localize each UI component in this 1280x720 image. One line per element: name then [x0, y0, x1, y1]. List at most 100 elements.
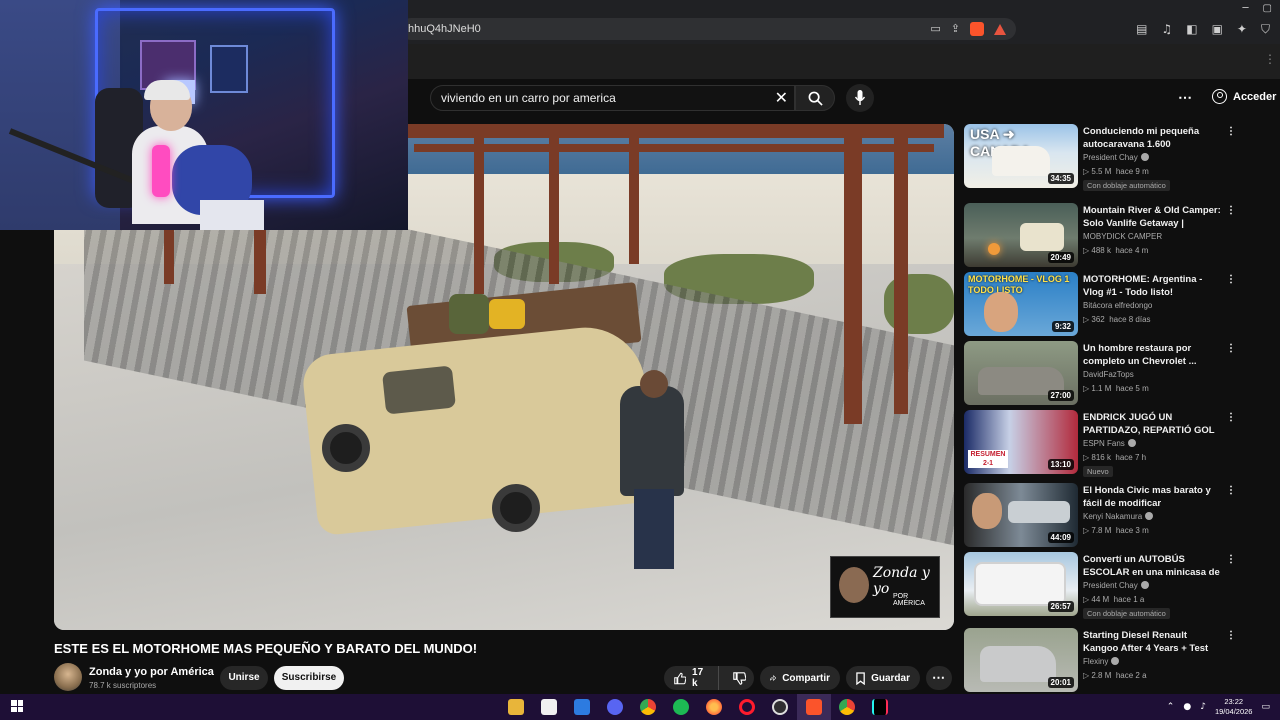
- ai-icon[interactable]: ✦: [1237, 22, 1247, 36]
- recommendation-item[interactable]: 20:01 Starting Diesel Renault Kangoo Aft…: [964, 628, 1244, 694]
- url-field[interactable]: hhuQ4hJNeH0 ▭ ⇪: [400, 18, 1016, 40]
- tray-chevron-icon[interactable]: ⌃: [1167, 702, 1175, 712]
- recommendation-item[interactable]: 44:09 El Honda Civic mas barato y fácil …: [964, 483, 1244, 549]
- search-input[interactable]: viviendo en un carro por america ✕: [430, 85, 795, 111]
- recommendation-thumbnail[interactable]: 20:01: [964, 628, 1078, 692]
- join-button[interactable]: Unirse: [220, 666, 268, 690]
- recommendation-title[interactable]: El Honda Civic mas barato y fácil de mod…: [1083, 484, 1223, 510]
- upload-age: hace 2 a: [1115, 671, 1147, 680]
- spotify-icon[interactable]: [673, 699, 689, 715]
- video-frame-person-head: [640, 370, 668, 398]
- clock[interactable]: 23:22 19/04/2026: [1215, 697, 1253, 717]
- upload-age: hace 8 días: [1109, 315, 1151, 324]
- recommendation-item[interactable]: USA ➜ CANADA 34:35 Conduciendo mi pequeñ…: [964, 124, 1244, 191]
- webcam-overlay: [0, 0, 408, 230]
- item-menu-icon[interactable]: ⋮: [1226, 343, 1237, 354]
- recommendation-thumbnail[interactable]: 27:00: [964, 341, 1078, 405]
- recommendation-title[interactable]: Starting Diesel Renault Kangoo After 4 Y…: [1083, 629, 1223, 655]
- music-icon[interactable]: ♫: [1161, 22, 1172, 36]
- recommendation-item[interactable]: 26:57 Convertí un AUTOBÚS ESCOLAR en una…: [964, 552, 1244, 619]
- recommendation-title[interactable]: Mountain River & Old Camper: Solo Vanlif…: [1083, 204, 1223, 230]
- recommendation-title[interactable]: Conduciendo mi pequeña autocaravana 1.60…: [1083, 125, 1223, 151]
- channel-label: Flexiny: [1083, 657, 1109, 666]
- item-menu-icon[interactable]: ⋮: [1226, 412, 1237, 423]
- share-page-icon[interactable]: ⇪: [951, 18, 960, 40]
- browser-menu-icon[interactable]: ⋮: [1264, 52, 1276, 66]
- share-button[interactable]: Compartir: [760, 666, 840, 690]
- dislike-button[interactable]: [725, 666, 754, 690]
- discord-icon[interactable]: [607, 699, 623, 715]
- more-actions-button[interactable]: ⋯: [926, 666, 952, 690]
- thumbnail-campfire: [988, 243, 1000, 255]
- recommendation-thumbnail[interactable]: MOTORHOME - VLOG 1 TODO LISTO 9:32: [964, 272, 1078, 336]
- channel-watermark[interactable]: Zonda y yo POR AMÉRICA: [830, 556, 940, 618]
- like-button[interactable]: 17 k: [664, 666, 719, 690]
- maximize-icon[interactable]: ▢: [1263, 3, 1272, 14]
- store-icon[interactable]: [541, 699, 557, 715]
- auto-dub-badge: Con doblaje automático: [1083, 180, 1170, 191]
- recommendation-item[interactable]: RESUMEN 2-1 13:10 ENDRICK JUGÓ UN PARTID…: [964, 410, 1244, 477]
- recommendation-thumbnail[interactable]: RESUMEN 2-1 13:10: [964, 410, 1078, 474]
- sidebar-icon[interactable]: ◧: [1186, 22, 1197, 36]
- watermark-line2: POR AMÉRICA: [893, 593, 925, 607]
- firefox-icon[interactable]: [706, 699, 722, 715]
- chrome-alt-icon[interactable]: [839, 699, 855, 715]
- recommendation-title[interactable]: ENDRICK JUGÓ UN PARTIDAZO, REPARTIÓ GOL …: [1083, 411, 1223, 437]
- reader-mode-icon[interactable]: ▤: [1136, 22, 1147, 36]
- windows-start-icon[interactable]: [11, 700, 23, 712]
- video-frame-bag: [449, 294, 489, 334]
- recommendation-item[interactable]: 20:49 Mountain River & Old Camper: Solo …: [964, 203, 1244, 269]
- cast-icon[interactable]: ▭: [930, 18, 940, 40]
- upload-age: hace 7 h: [1115, 453, 1147, 462]
- file-explorer-icon[interactable]: [508, 699, 524, 715]
- signin-button[interactable]: Acceder: [1212, 89, 1276, 104]
- volume-icon[interactable]: ♪: [1200, 702, 1206, 712]
- item-menu-icon[interactable]: ⋮: [1226, 274, 1237, 285]
- voice-search-button[interactable]: [846, 84, 874, 112]
- recommendation-thumbnail[interactable]: 26:57: [964, 552, 1078, 616]
- verified-icon: [1111, 657, 1120, 665]
- video-frame-wheel: [492, 484, 540, 532]
- item-menu-icon[interactable]: ⋮: [1226, 126, 1237, 137]
- search-query: viviendo en un carro por america: [441, 91, 616, 105]
- url-text: hhuQ4hJNeH0: [408, 23, 481, 35]
- recommendation-thumbnail[interactable]: 44:09: [964, 483, 1078, 547]
- save-button[interactable]: Guardar: [846, 666, 920, 690]
- chrome-icon[interactable]: [640, 699, 656, 715]
- recommendation-item[interactable]: 27:00 Un hombre restaura por completo un…: [964, 341, 1244, 407]
- vpn-icon[interactable]: ⛉: [1261, 22, 1270, 37]
- obs-icon[interactable]: [772, 699, 788, 715]
- item-menu-icon[interactable]: ⋮: [1226, 554, 1237, 565]
- recommendation-thumbnail[interactable]: 20:49: [964, 203, 1078, 267]
- like-dislike-group: 17 k: [664, 666, 754, 690]
- opera-icon[interactable]: [739, 699, 755, 715]
- minimize-icon[interactable]: ─: [1243, 3, 1249, 14]
- recommendation-item[interactable]: MOTORHOME - VLOG 1 TODO LISTO 9:32 MOTOR…: [964, 272, 1244, 338]
- recommendation-title[interactable]: MOTORHOME: Argentina - Vlog #1 - Todo li…: [1083, 273, 1223, 299]
- channel-avatar[interactable]: [54, 663, 82, 691]
- clock-date: 19/04/2026: [1214, 707, 1253, 716]
- brave-rewards-icon[interactable]: [994, 23, 1006, 35]
- brave-icon[interactable]: [806, 699, 822, 715]
- item-menu-icon[interactable]: ⋮: [1226, 630, 1237, 641]
- tiktok-icon[interactable]: [872, 699, 888, 715]
- item-menu-icon[interactable]: ⋮: [1226, 485, 1237, 496]
- tray-mic-icon[interactable]: ●: [1183, 702, 1191, 712]
- subscribe-button[interactable]: Suscribirse: [274, 666, 344, 690]
- wallet-icon[interactable]: ▣: [1212, 22, 1223, 36]
- recommendation-channel: Kenyi Nakamura: [1083, 512, 1154, 521]
- settings-menu-icon[interactable]: ⋯: [1178, 89, 1193, 106]
- clear-search-icon[interactable]: ✕: [775, 88, 788, 107]
- video-frame-pergola-post: [254, 224, 266, 294]
- recommendation-meta: ▷ 44 M hace 1 a: [1083, 595, 1145, 604]
- recommendation-title[interactable]: Un hombre restaura por completo un Chevr…: [1083, 342, 1223, 368]
- brave-shields-icon[interactable]: [970, 22, 984, 36]
- mail-icon[interactable]: [574, 699, 590, 715]
- item-menu-icon[interactable]: ⋮: [1226, 205, 1237, 216]
- video-duration: 34:35: [1047, 173, 1074, 184]
- search-button[interactable]: [795, 85, 835, 111]
- notifications-icon[interactable]: ▭: [1261, 702, 1270, 712]
- recommendation-title[interactable]: Convertí un AUTOBÚS ESCOLAR en una minic…: [1083, 553, 1223, 579]
- recommendation-thumbnail[interactable]: USA ➜ CANADA 34:35: [964, 124, 1078, 188]
- channel-name[interactable]: Zonda y yo por América: [89, 666, 214, 678]
